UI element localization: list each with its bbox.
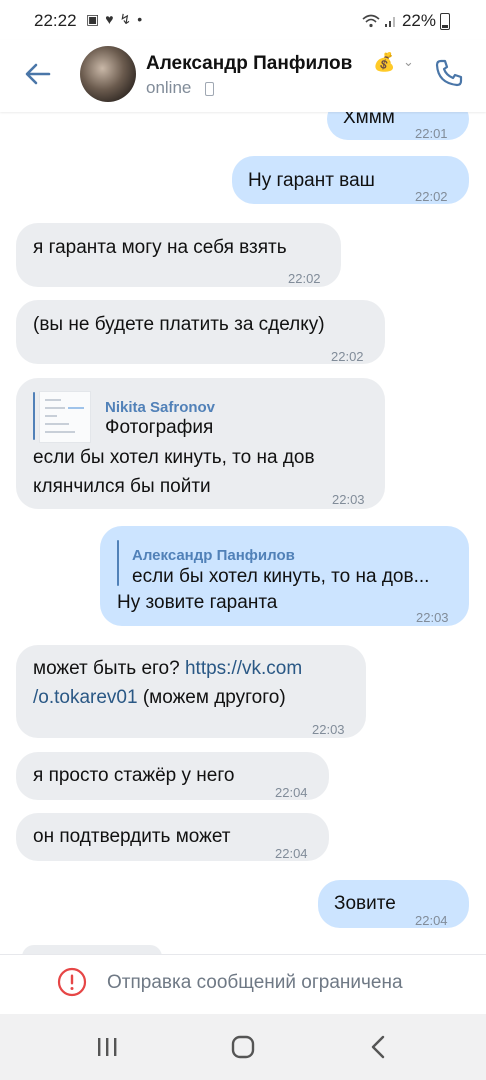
battery-percent: 22% [401, 11, 436, 30]
status-bar: 22:22 ▣ ♥ ↯ • 22% [0, 0, 486, 40]
message-bubble[interactable]: Зовите 22:04 [318, 880, 469, 928]
wifi-icon [362, 14, 380, 28]
message-time: 22:02 [415, 189, 448, 204]
message-link[interactable]: https://vk.com [185, 658, 302, 679]
money-bag-icon: 💰 [373, 52, 396, 72]
restricted-message: Отправка сообщений ограничена [107, 972, 403, 993]
message-bubble[interactable]: он подтвердить может 22:04 [16, 813, 329, 861]
mobile-phone-icon [205, 82, 214, 96]
heart-icon: ♥ [105, 11, 114, 27]
message-text: я просто стажёр у него [33, 765, 235, 786]
message-text: (вы не будете платить за сделку) [33, 314, 325, 335]
message-text: Ну зовите гаранта [117, 592, 278, 613]
message-text: Ну гарант ваш [248, 170, 375, 191]
message-bubble[interactable]: я просто стажёр у него 22:04 [16, 752, 329, 800]
image-icon: ▣ [86, 11, 100, 27]
status-time: 22:22 [34, 11, 77, 30]
message-bubble[interactable]: Nikita Safronov Фотография если бы хотел… [16, 378, 385, 509]
system-navigation-bar [0, 1014, 486, 1080]
message-text: может быть его? [33, 658, 185, 679]
recent-apps-icon[interactable] [87, 1032, 127, 1062]
avatar[interactable] [80, 46, 136, 102]
missed-call-icon: ↯ [119, 11, 132, 27]
message-time: 22:02 [288, 271, 321, 286]
message-bubble[interactable]: может быть его? https://vk.com /o.tokare… [16, 645, 366, 738]
message-text: клянчился бы пойти [33, 476, 211, 497]
contact-name[interactable]: Александр Панфилов [146, 53, 352, 75]
message-time: 22:04 [415, 913, 448, 928]
message-time: 22:04 [275, 785, 308, 800]
message-text: я гаранта могу на себя взять [33, 237, 287, 258]
message-text: (можем другого) [137, 687, 286, 708]
warning-icon [57, 967, 87, 997]
reply-bar [117, 540, 119, 586]
chat-header: Александр Панфилов 💰 ⌄ online [0, 40, 486, 112]
back-arrow-icon[interactable] [22, 58, 54, 90]
message-text: он подтвердить может [33, 826, 231, 847]
message-text: Зовите [334, 893, 396, 914]
message-text: если бы хотел кинуть, то на дов [33, 447, 315, 468]
message-bubble[interactable]: я гаранта могу на себя взять 22:02 [16, 223, 341, 287]
message-bubble[interactable]: Ну гарант ваш 22:02 [232, 156, 469, 204]
phone-icon[interactable] [432, 56, 466, 90]
message-time: 22:03 [312, 722, 345, 737]
message-time: 22:02 [331, 349, 364, 364]
message-time: 22:01 [415, 126, 448, 141]
message-bubble[interactable]: Александр Панфилов если бы хотел кинуть,… [100, 526, 469, 626]
message-time: 22:03 [416, 610, 449, 625]
message-time: 22:04 [275, 846, 308, 861]
presence-status: online [146, 78, 192, 97]
messaging-restricted-bar: Отправка сообщений ограничена [0, 954, 486, 1015]
message-bubble[interactable]: (вы не будете платить за сделку) 22:02 [16, 300, 385, 364]
dot-icon: • [137, 11, 143, 27]
back-icon[interactable] [360, 1032, 400, 1062]
message-time: 22:03 [332, 492, 365, 507]
reply-text: Фотография [105, 417, 214, 438]
signal-icon [384, 17, 395, 27]
reply-bar [33, 392, 35, 440]
battery-icon [440, 12, 450, 30]
message-link[interactable]: /o.tokarev01 [33, 687, 138, 708]
chevron-down-icon[interactable]: ⌄ [403, 54, 414, 70]
home-icon[interactable] [223, 1032, 263, 1062]
reply-photo-thumbnail[interactable] [39, 391, 91, 443]
